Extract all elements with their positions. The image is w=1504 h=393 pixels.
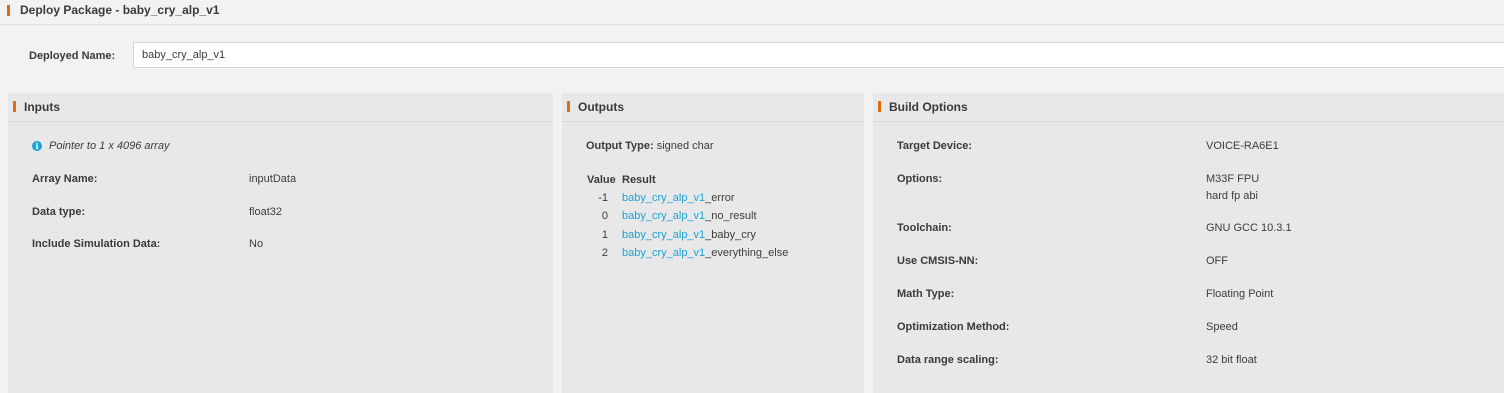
data-range-scaling-label: Data range scaling: bbox=[897, 354, 999, 366]
build-options-title: Build Options bbox=[889, 100, 968, 114]
math-type-value: Floating Point bbox=[1206, 288, 1274, 300]
options-label: Options: bbox=[897, 173, 943, 185]
optimization-method-label: Optimization Method: bbox=[897, 321, 1010, 333]
outputs-title: Outputs bbox=[578, 100, 624, 114]
output-value: -1 bbox=[598, 192, 608, 204]
array-name-label: Array Name: bbox=[32, 173, 98, 185]
target-device-value: VOICE-RA6E1 bbox=[1206, 140, 1279, 152]
math-type-label: Math Type: bbox=[897, 288, 955, 300]
output-type-value: signed char bbox=[656, 140, 714, 152]
target-device-label: Target Device: bbox=[897, 140, 972, 152]
use-cmsis-nn-label: Use CMSIS-NN: bbox=[897, 255, 979, 267]
header-accent-bar bbox=[7, 5, 10, 16]
inputs-panel-header: Inputs bbox=[8, 93, 553, 122]
deployed-name-label: Deployed Name: bbox=[29, 50, 116, 62]
output-result-suffix: _baby_cry bbox=[705, 229, 756, 241]
output-result: baby_cry_alp_v1_baby_cry bbox=[622, 229, 756, 241]
output-type-label: Output Type: bbox=[586, 140, 654, 152]
output-result-link[interactable]: baby_cry_alp_v1 bbox=[622, 247, 705, 259]
output-result-suffix: _error bbox=[705, 192, 735, 204]
output-value: 0 bbox=[601, 210, 608, 222]
output-result: baby_cry_alp_v1_no_result bbox=[622, 210, 757, 222]
inputs-title: Inputs bbox=[24, 100, 60, 114]
output-result-suffix: _no_result bbox=[705, 210, 757, 222]
output-value: 1 bbox=[601, 229, 608, 241]
options-value-2: hard fp abi bbox=[1206, 190, 1258, 202]
data-type-value: float32 bbox=[249, 206, 283, 218]
result-column-header: Result bbox=[622, 174, 656, 186]
include-sim-data-label: Include Simulation Data: bbox=[32, 238, 161, 250]
output-result-link[interactable]: baby_cry_alp_v1 bbox=[622, 229, 705, 241]
output-result-link[interactable]: baby_cry_alp_v1 bbox=[622, 192, 705, 204]
page-title: Deploy Package - baby_cry_alp_v1 bbox=[20, 3, 220, 17]
toolchain-label: Toolchain: bbox=[897, 222, 952, 234]
info-icon: i bbox=[32, 141, 42, 151]
outputs-panel-header: Outputs bbox=[562, 93, 864, 122]
output-result: baby_cry_alp_v1_everything_else bbox=[622, 247, 788, 259]
outputs-panel: Outputs Output Type: signed char Value R… bbox=[562, 93, 864, 393]
options-value: M33F FPU bbox=[1206, 173, 1260, 185]
output-result-suffix: _everything_else bbox=[705, 247, 789, 259]
page-header: Deploy Package - baby_cry_alp_v1 bbox=[0, 0, 1504, 25]
value-column-header: Value bbox=[587, 174, 616, 186]
include-sim-data-value: No bbox=[249, 238, 264, 250]
array-name-value: inputData bbox=[249, 173, 297, 185]
build-options-panel: Build Options Target Device: VOICE-RA6E1… bbox=[873, 93, 1504, 393]
data-type-label: Data type: bbox=[32, 206, 86, 218]
build-options-accent-bar bbox=[878, 101, 881, 112]
output-value: 2 bbox=[601, 247, 608, 259]
output-type: Output Type: signed char bbox=[586, 140, 714, 152]
inputs-info-text: Pointer to 1 x 4096 array bbox=[49, 140, 170, 152]
deployed-name-input[interactable] bbox=[133, 42, 1504, 68]
output-result: baby_cry_alp_v1_error bbox=[622, 192, 735, 204]
data-range-scaling-value: 32 bit float bbox=[1206, 354, 1257, 366]
use-cmsis-nn-value: OFF bbox=[1206, 255, 1228, 267]
toolchain-value: GNU GCC 10.3.1 bbox=[1206, 222, 1292, 234]
output-result-link[interactable]: baby_cry_alp_v1 bbox=[622, 210, 705, 222]
optimization-method-value: Speed bbox=[1206, 321, 1238, 333]
build-options-panel-header: Build Options bbox=[873, 93, 1504, 122]
inputs-accent-bar bbox=[13, 101, 16, 112]
outputs-accent-bar bbox=[567, 101, 570, 112]
inputs-panel: Inputs i Pointer to 1 x 4096 array Array… bbox=[8, 93, 553, 393]
